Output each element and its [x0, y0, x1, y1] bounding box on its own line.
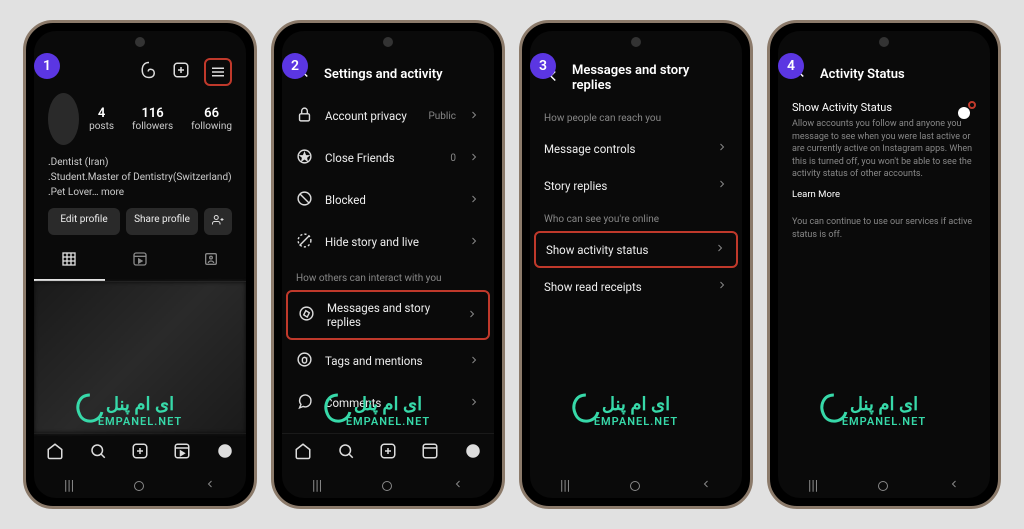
step-badge: 4: [778, 53, 804, 79]
comment-icon: [296, 393, 313, 413]
discover-button[interactable]: [204, 208, 232, 235]
sys-recent[interactable]: |||: [808, 478, 818, 494]
section-header: How others can interact with you: [282, 263, 494, 290]
threads-icon[interactable]: [140, 61, 158, 83]
row-label: Messages and story replies: [327, 301, 454, 329]
chevron-right-icon: [468, 151, 480, 166]
nav-home-icon[interactable]: [46, 442, 64, 464]
bio: .Dentist (Iran) .Student.Master of Denti…: [34, 155, 246, 208]
section-header: How people can reach you: [530, 103, 742, 130]
step-badge: 3: [530, 53, 556, 79]
chevron-right-icon: [466, 308, 478, 323]
page-title: Messages and story replies: [572, 63, 728, 93]
settings-row[interactable]: Show read receipts: [530, 268, 742, 305]
row-value: 0: [450, 153, 456, 164]
chevron-right-icon: [468, 193, 480, 208]
post-grid[interactable]: [34, 282, 246, 433]
msg-icon: [298, 305, 315, 325]
nav-reels-icon[interactable]: [421, 442, 439, 464]
nav-home-icon[interactable]: [294, 442, 312, 464]
row-label: Account privacy: [325, 109, 416, 123]
chevron-right-icon: [468, 109, 480, 124]
chevron-right-icon: [716, 279, 728, 294]
tab-tagged[interactable]: [175, 243, 246, 281]
edit-profile-button[interactable]: Edit profile: [48, 208, 120, 235]
nav-search-icon[interactable]: [337, 442, 355, 464]
chevron-right-icon: [468, 235, 480, 250]
sys-recent[interactable]: |||: [560, 478, 570, 494]
nav-reels-icon[interactable]: [173, 442, 191, 464]
stat-followers[interactable]: 116followers: [132, 106, 173, 132]
create-icon[interactable]: [172, 61, 190, 83]
sys-back[interactable]: [700, 478, 712, 494]
hamburger-icon[interactable]: [204, 58, 232, 86]
settings-row[interactable]: Account privacy Public: [282, 95, 494, 137]
settings-row[interactable]: Blocked: [282, 179, 494, 221]
page-title: Settings and activity: [324, 67, 443, 82]
row-label: Show activity status: [546, 243, 702, 257]
settings-row[interactable]: Tags and mentions: [282, 340, 494, 382]
settings-row[interactable]: Story replies: [530, 167, 742, 204]
note: You can continue to use our services if …: [792, 216, 976, 241]
sys-back[interactable]: [948, 478, 960, 494]
sys-home[interactable]: [134, 481, 144, 491]
chevron-right-icon: [716, 178, 728, 193]
row-value: Public: [428, 111, 456, 122]
nav-profile-icon[interactable]: [464, 442, 482, 464]
description: Allow accounts you follow and anyone you…: [792, 118, 976, 181]
toggle-label: Show Activity Status: [792, 101, 892, 114]
row-label: Message controls: [544, 142, 704, 156]
avatar[interactable]: [48, 93, 79, 145]
row-label: Show read receipts: [544, 280, 704, 294]
page-title: Activity Status: [820, 67, 905, 82]
settings-row[interactable]: Message controls: [530, 130, 742, 167]
nav-create-icon[interactable]: [379, 442, 397, 464]
settings-row[interactable]: Hide story and live: [282, 221, 494, 263]
sys-home[interactable]: [878, 481, 888, 491]
tab-reels[interactable]: [105, 243, 176, 281]
sys-home[interactable]: [382, 481, 392, 491]
section-header: Who can see you're online: [530, 204, 742, 231]
row-label: Close Friends: [325, 151, 438, 165]
settings-row[interactable]: Messages and story replies: [286, 290, 490, 340]
row-label: Hide story and live: [325, 235, 456, 249]
row-label: Tags and mentions: [325, 354, 456, 368]
chevron-right-icon: [716, 141, 728, 156]
step-badge: 2: [282, 53, 308, 79]
row-label: Blocked: [325, 193, 456, 207]
sys-recent[interactable]: |||: [64, 478, 74, 494]
step-badge: 1: [34, 53, 60, 79]
tab-grid[interactable]: [34, 243, 105, 281]
share-profile-button[interactable]: Share profile: [126, 208, 198, 235]
settings-row[interactable]: Close Friends 0: [282, 137, 494, 179]
stat-following[interactable]: 66following: [191, 106, 232, 132]
stat-posts[interactable]: 4posts: [89, 106, 114, 132]
nav-search-icon[interactable]: [89, 442, 107, 464]
row-label: Comments: [325, 396, 456, 410]
blocked-icon: [296, 190, 313, 210]
sys-home[interactable]: [630, 481, 640, 491]
sys-back[interactable]: [204, 478, 216, 494]
hide-icon: [296, 232, 313, 252]
row-label: Story replies: [544, 179, 704, 193]
sys-recent[interactable]: |||: [312, 478, 322, 494]
star-icon: [296, 148, 313, 168]
nav-create-icon[interactable]: [131, 442, 149, 464]
chevron-right-icon: [468, 354, 480, 369]
settings-row[interactable]: Comments: [282, 382, 494, 424]
settings-row[interactable]: Show activity status: [534, 231, 738, 268]
tag-icon: [296, 351, 313, 371]
chevron-right-icon: [468, 396, 480, 411]
nav-profile-icon[interactable]: [216, 442, 234, 464]
lock-icon: [296, 106, 313, 126]
chevron-right-icon: [714, 242, 726, 257]
sys-back[interactable]: [452, 478, 464, 494]
learn-more-link[interactable]: Learn More: [792, 189, 976, 200]
settings-row[interactable]: Sharing and remixes: [282, 424, 494, 433]
